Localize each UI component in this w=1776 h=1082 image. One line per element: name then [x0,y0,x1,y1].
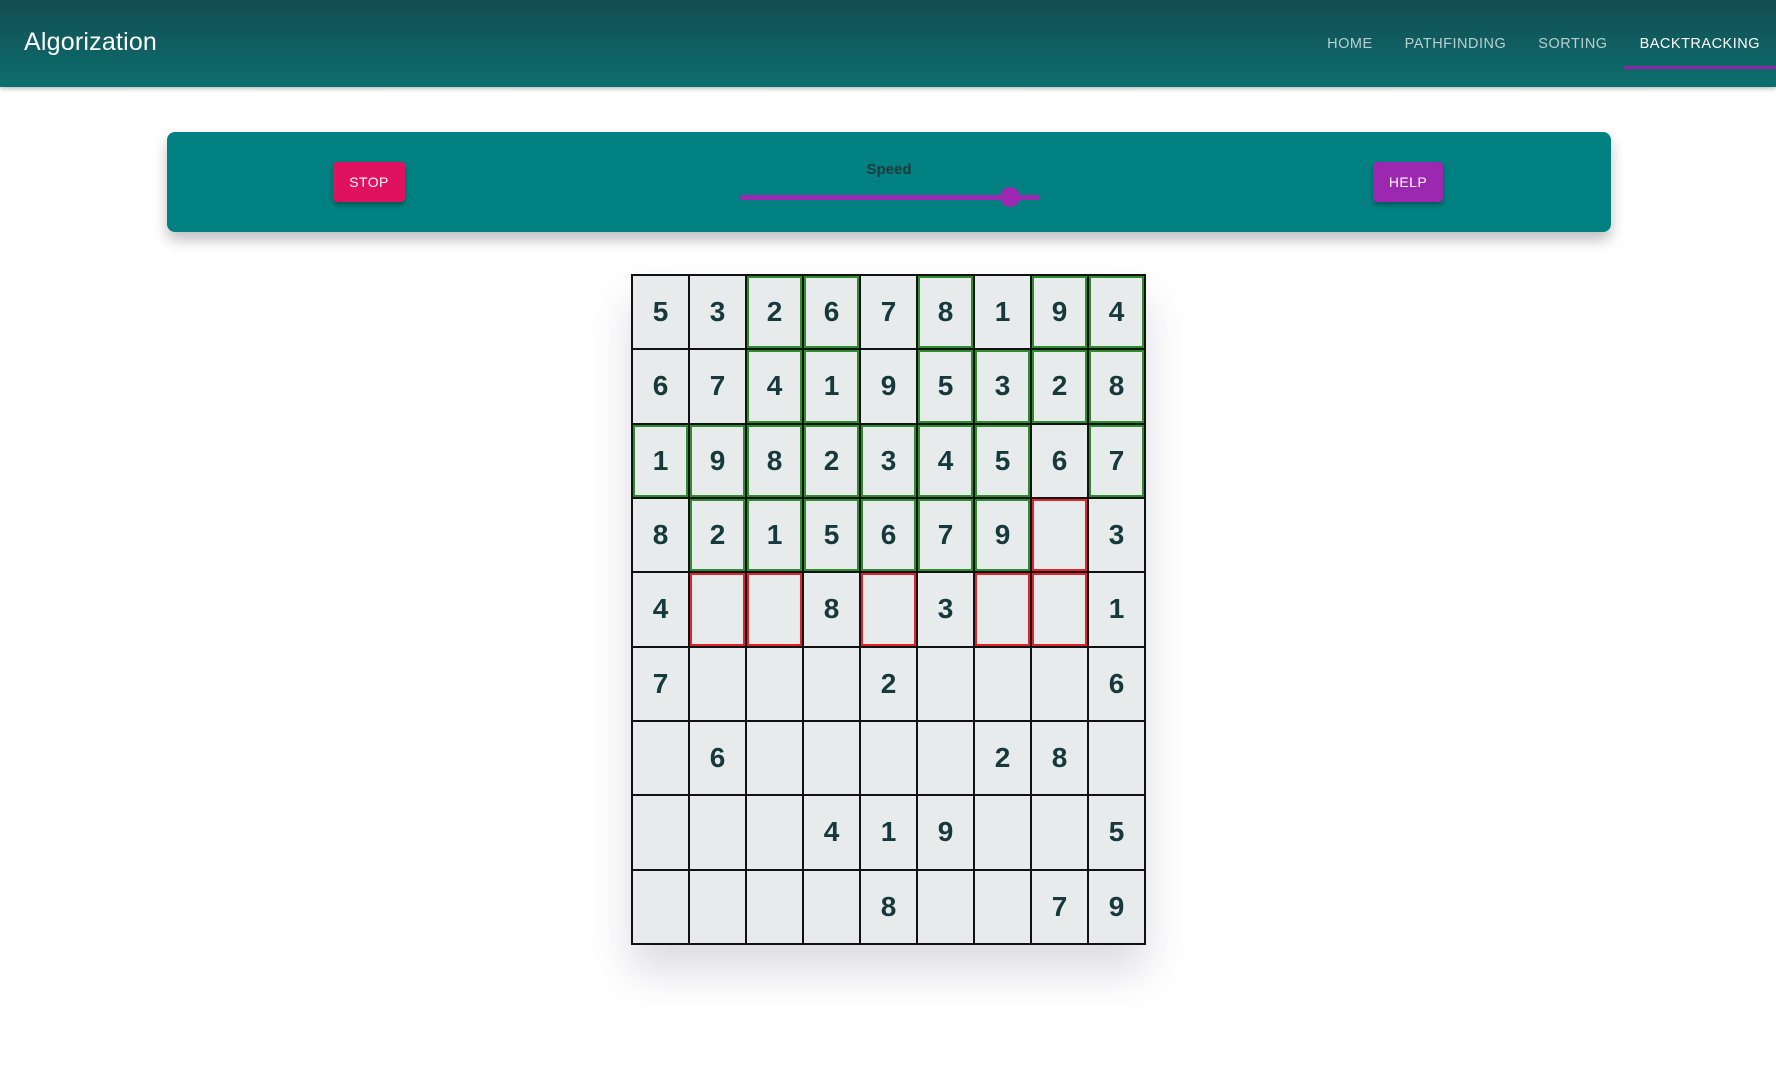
sudoku-cell[interactable] [633,870,688,943]
sudoku-cell[interactable]: 8 [633,499,688,572]
sudoku-cell[interactable]: 7 [690,350,745,423]
nav-pathfinding[interactable]: Pathfinding [1389,0,1523,87]
sudoku-cell[interactable]: 8 [804,573,859,646]
sudoku-cell[interactable] [1032,499,1087,572]
sudoku-cell[interactable]: 9 [690,424,745,497]
sudoku-cell[interactable]: 7 [1089,424,1144,497]
main-nav: Home Pathfinding Sorting Backtracking [1311,0,1776,87]
sudoku-cell[interactable]: 9 [975,499,1030,572]
sudoku-cell[interactable]: 9 [918,796,973,869]
sudoku-cell[interactable] [804,647,859,720]
sudoku-cell[interactable]: 9 [861,350,916,423]
sudoku-cell[interactable] [1089,722,1144,795]
sudoku-cell[interactable]: 7 [918,499,973,572]
sudoku-cell[interactable]: 4 [747,350,802,423]
sudoku-cell[interactable] [633,796,688,869]
help-button[interactable]: Help [1373,162,1443,202]
sudoku-cell[interactable] [975,870,1030,943]
sudoku-cell[interactable]: 6 [1089,647,1144,720]
sudoku-cell[interactable]: 4 [633,573,688,646]
sudoku-cell[interactable]: 1 [747,499,802,572]
sudoku-cell[interactable]: 3 [861,424,916,497]
sudoku-cell[interactable]: 5 [1089,796,1144,869]
sudoku-cell[interactable]: 8 [1089,350,1144,423]
sudoku-cell[interactable]: 7 [633,647,688,720]
sudoku-cell[interactable] [747,647,802,720]
sudoku-cell[interactable]: 1 [861,796,916,869]
sudoku-cell[interactable]: 2 [690,499,745,572]
sudoku-cell[interactable]: 5 [918,350,973,423]
sudoku-board: 5326781946741953281982345678215679348317… [631,274,1146,945]
sudoku-cell[interactable]: 4 [804,796,859,869]
sudoku-cell[interactable] [633,722,688,795]
sudoku-cell[interactable]: 6 [690,722,745,795]
sudoku-cell[interactable]: 8 [1032,722,1087,795]
sudoku-cell[interactable] [804,722,859,795]
sudoku-cell[interactable] [918,870,973,943]
sudoku-cell[interactable] [747,722,802,795]
sudoku-cell[interactable]: 9 [1089,870,1144,943]
sudoku-cell[interactable] [804,870,859,943]
nav-backtracking[interactable]: Backtracking [1623,0,1776,87]
sudoku-cell[interactable] [975,796,1030,869]
sudoku-cell[interactable]: 4 [1089,276,1144,349]
sudoku-cell[interactable] [690,870,745,943]
sudoku-cell[interactable]: 5 [975,424,1030,497]
sudoku-cell[interactable]: 6 [633,350,688,423]
sudoku-cell[interactable]: 1 [1089,573,1144,646]
sudoku-cell[interactable] [1032,573,1087,646]
sudoku-cell[interactable]: 3 [690,276,745,349]
sudoku-cell[interactable]: 5 [804,499,859,572]
sudoku-cell[interactable]: 8 [861,870,916,943]
sudoku-cell[interactable]: 6 [1032,424,1087,497]
sudoku-cell[interactable]: 6 [861,499,916,572]
sudoku-cell[interactable] [1032,796,1087,869]
nav-home[interactable]: Home [1311,0,1389,87]
sudoku-cell[interactable]: 8 [747,424,802,497]
sudoku-cell[interactable]: 9 [1032,276,1087,349]
sudoku-cell[interactable]: 2 [975,722,1030,795]
sudoku-cell[interactable]: 3 [1089,499,1144,572]
controls-panel: Stop Speed Help [167,132,1611,232]
sudoku-cell[interactable]: 3 [975,350,1030,423]
sudoku-cell[interactable] [975,573,1030,646]
sudoku-cell[interactable] [747,796,802,869]
sudoku-cell[interactable]: 2 [747,276,802,349]
sudoku-cell[interactable]: 7 [861,276,916,349]
sudoku-cell[interactable]: 2 [1032,350,1087,423]
speed-slider[interactable] [740,187,1040,207]
sudoku-cell[interactable]: 7 [1032,870,1087,943]
sudoku-cell[interactable]: 2 [861,647,916,720]
sudoku-cell[interactable]: 1 [975,276,1030,349]
sudoku-cell[interactable] [690,647,745,720]
sudoku-cell[interactable] [747,573,802,646]
sudoku-cell[interactable]: 2 [804,424,859,497]
sudoku-cell[interactable]: 6 [804,276,859,349]
app-title: Algorization [24,28,158,56]
sudoku-cell[interactable] [690,796,745,869]
sudoku-cell[interactable] [975,647,1030,720]
sudoku-cell[interactable] [918,647,973,720]
sudoku-cell[interactable] [690,573,745,646]
sudoku-cell[interactable] [861,722,916,795]
sudoku-cell[interactable]: 8 [918,276,973,349]
sudoku-cell[interactable] [747,870,802,943]
speed-slider-thumb[interactable] [1000,187,1020,207]
speed-slider-fill [740,195,1010,200]
sudoku-cell[interactable] [861,573,916,646]
sudoku-cell[interactable]: 1 [633,424,688,497]
app-bar: Algorization Home Pathfinding Sorting Ba… [0,0,1776,87]
sudoku-cell[interactable]: 5 [633,276,688,349]
sudoku-cell[interactable]: 4 [918,424,973,497]
sudoku-cell[interactable]: 1 [804,350,859,423]
nav-sorting[interactable]: Sorting [1522,0,1623,87]
sudoku-cell[interactable] [918,722,973,795]
sudoku-cell[interactable]: 3 [918,573,973,646]
sudoku-cell[interactable] [1032,647,1087,720]
